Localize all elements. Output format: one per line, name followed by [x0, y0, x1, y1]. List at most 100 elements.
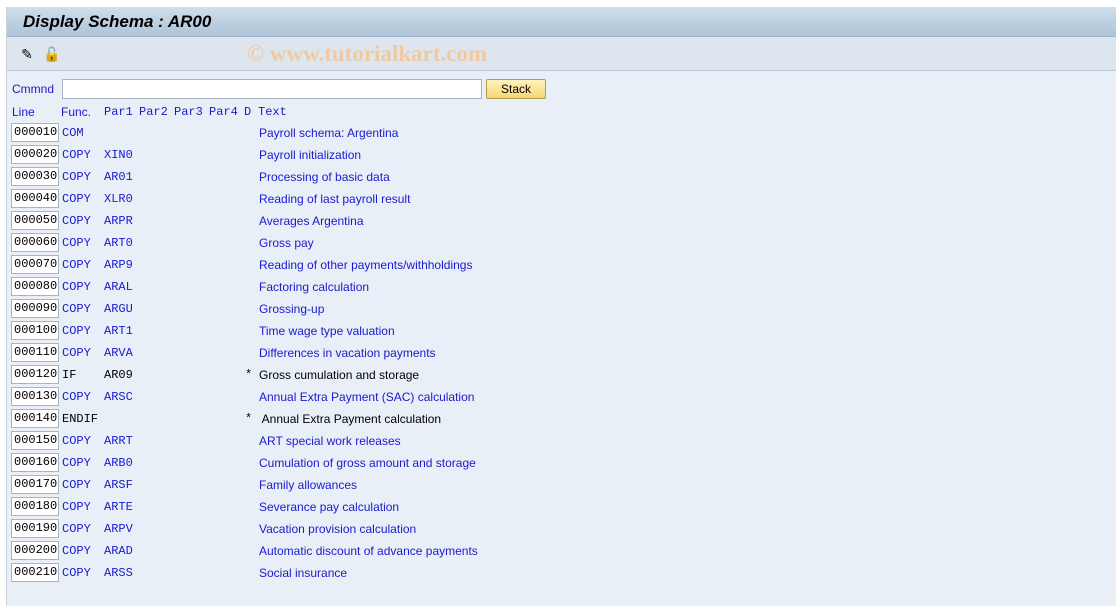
table-row: 000170 COPY ARSF Family allowances — [7, 475, 607, 495]
function-cell: COPY — [62, 544, 91, 558]
line-number-field[interactable]: 000040 — [11, 189, 59, 208]
text-cell: Family allowances — [259, 478, 358, 492]
function-cell: COPY — [62, 456, 91, 470]
line-number-field[interactable]: 000140 — [11, 409, 59, 428]
table-row: 000180 COPY ARTE Severance pay calculation — [7, 497, 607, 517]
text-cell: Vacation provision calculation — [259, 522, 417, 536]
table-row: 000140 ENDIF * Annual Extra Payment calcul… — [7, 409, 607, 429]
line-number-field[interactable]: 000150 — [11, 431, 59, 450]
watermark: © www.tutorialkart.com — [247, 41, 488, 66]
col-text: Text — [258, 105, 287, 119]
table-row: 000020 COPY XIN0 Payroll initialization — [7, 145, 607, 165]
line-number-field[interactable]: 000050 — [11, 211, 59, 230]
application-toolbar: ✎ 🔓 © www.tutorialkart.com — [7, 37, 1116, 71]
function-cell: ENDIF — [62, 412, 99, 426]
line-number-field[interactable]: 000170 — [11, 475, 59, 494]
line-number-field[interactable]: 000100 — [11, 321, 59, 340]
par1-cell: XIN0 — [104, 148, 133, 162]
par1-cell: ARRT — [104, 434, 133, 448]
line-number-field[interactable]: 000010 — [11, 123, 59, 142]
table-row: 000210 COPY ARSS Social insurance — [7, 563, 607, 583]
col-par1: Par1 — [104, 105, 133, 119]
table-row: 000160 COPY ARB0 Cumulation of gross amount… — [7, 453, 607, 473]
table-row: 000050 COPY ARPR Averages Argentina — [7, 211, 607, 231]
function-cell: COPY — [62, 434, 91, 448]
text-cell: Severance pay calculation — [259, 500, 400, 514]
text-cell: Reading of last payroll result — [259, 192, 411, 206]
command-label: Cmmnd — [12, 82, 55, 96]
par1-cell: ARGU — [104, 302, 133, 316]
table-row: 000080 COPY ARAL Factoring calculation — [7, 277, 607, 297]
par1-cell: ARSC — [104, 390, 133, 404]
line-number-field[interactable]: 000060 — [11, 233, 59, 252]
par1-cell: ARB0 — [104, 456, 133, 470]
table-row: 000120 IF AR09 * Gross cumulation and storag… — [7, 365, 607, 385]
text-cell: Gross cumulation and storage — [259, 368, 420, 382]
function-cell: COPY — [62, 192, 91, 206]
command-input[interactable] — [62, 79, 483, 99]
line-number-field[interactable]: 000080 — [11, 277, 59, 296]
stack-button[interactable]: Stack — [486, 79, 547, 99]
text-cell: Time wage type valuation — [259, 324, 395, 338]
text-cell: Automatic discount of advance payments — [259, 544, 478, 558]
table-row: 000030 COPY AR01 Processing of basic data — [7, 167, 607, 187]
command-row: Cmmnd Stack — [12, 79, 547, 99]
page-title: Display Schema : AR00 — [23, 11, 212, 31]
line-number-field[interactable]: 000180 — [11, 497, 59, 516]
line-number-field[interactable]: 000020 — [11, 145, 59, 164]
table-row: 000090 COPY ARGU Grossing-up — [7, 299, 607, 319]
line-number-field[interactable]: 000210 — [11, 563, 59, 582]
table-row: 000130 COPY ARSC Annual Extra Payment (SAC)… — [7, 387, 607, 407]
d-cell: * — [245, 412, 253, 426]
function-cell: COPY — [62, 346, 91, 360]
line-number-field[interactable]: 000110 — [11, 343, 59, 362]
lock-toggle-icon[interactable]: 🔓 — [43, 46, 60, 62]
edit-pencil-icon[interactable]: ✎ — [19, 46, 35, 62]
text-cell: Differences in vacation payments — [259, 346, 436, 360]
line-number-field[interactable]: 000120 — [11, 365, 59, 384]
col-par2: Par2 — [139, 105, 168, 119]
function-cell: COM — [62, 126, 84, 140]
par1-cell: ARPV — [104, 522, 133, 536]
line-number-field[interactable]: 000030 — [11, 167, 59, 186]
col-par3: Par3 — [174, 105, 203, 119]
table-row: 000040 COPY XLR0 Reading of last payroll re… — [7, 189, 607, 209]
col-d: D — [244, 105, 252, 119]
par1-cell: XLR0 — [104, 192, 133, 206]
col-func: Func. — [61, 105, 92, 119]
line-number-field[interactable]: 000200 — [11, 541, 59, 560]
line-number-field[interactable]: 000190 — [11, 519, 59, 538]
par1-cell: ARP9 — [104, 258, 133, 272]
function-cell: COPY — [62, 214, 91, 228]
table-row: 000100 COPY ART1 Time wage type valuation — [7, 321, 607, 341]
par1-cell: ART1 — [104, 324, 133, 338]
col-line: Line — [12, 105, 35, 119]
text-cell: Gross pay — [259, 236, 314, 250]
line-number-field[interactable]: 000130 — [11, 387, 59, 406]
par1-cell: ARAD — [104, 544, 133, 558]
par1-cell: ARTE — [104, 500, 133, 514]
text-cell: ART special work releases — [259, 434, 401, 448]
d-cell: * — [245, 368, 253, 382]
table-row: 000190 COPY ARPV Vacation provision calcula… — [7, 519, 607, 539]
title-bar: Display Schema : AR00 — [7, 7, 1116, 37]
text-cell: Averages Argentina — [259, 214, 364, 228]
table-row: 000110 COPY ARVA Differences in vacation pa… — [7, 343, 607, 363]
par1-cell: AR01 — [104, 170, 133, 184]
line-number-field[interactable]: 000160 — [11, 453, 59, 472]
text-cell: Reading of other payments/withholdings — [259, 258, 473, 272]
line-number-field[interactable]: 000070 — [11, 255, 59, 274]
function-cell: COPY — [62, 280, 91, 294]
function-cell: COPY — [62, 324, 91, 338]
function-cell: COPY — [62, 170, 91, 184]
table-row: 000070 COPY ARP9 Reading of other payments/… — [7, 255, 607, 275]
table-row: 000150 COPY ARRT ART special work releases — [7, 431, 607, 451]
par1-cell: ARVA — [104, 346, 133, 360]
text-cell: Payroll initialization — [259, 148, 362, 162]
par1-cell: ARSF — [104, 478, 133, 492]
par1-cell: AR09 — [104, 368, 133, 382]
par1-cell: ARPR — [104, 214, 133, 228]
line-number-field[interactable]: 000090 — [11, 299, 59, 318]
text-cell: Grossing-up — [259, 302, 325, 316]
col-par4: Par4 — [209, 105, 238, 119]
